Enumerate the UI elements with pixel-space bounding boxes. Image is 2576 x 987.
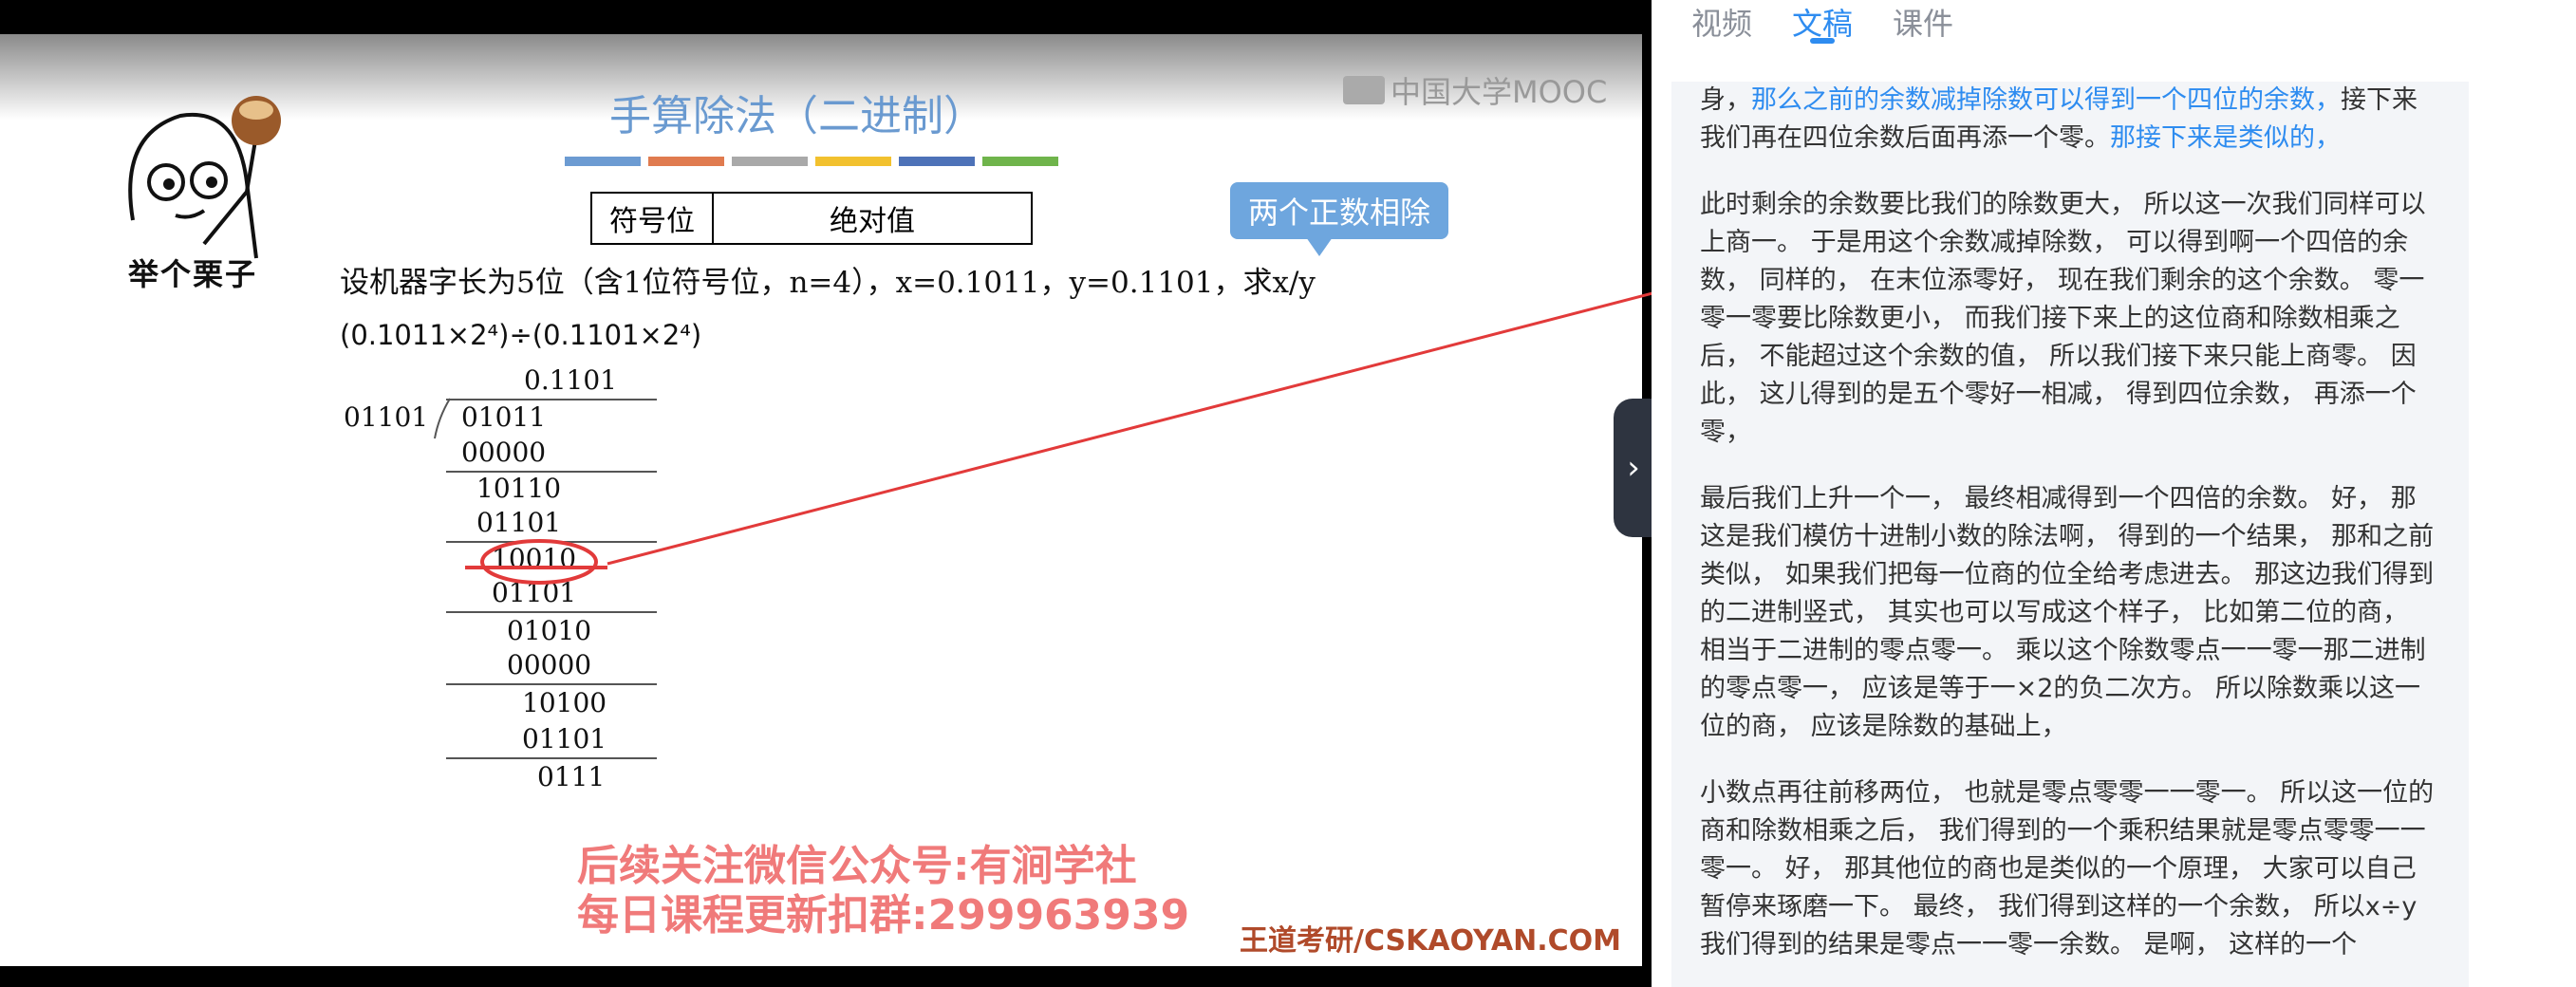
transcript-text-current: 那接下来是类似的， [2110,123,2341,153]
division-step: 10110 [476,473,562,504]
transcript-paragraph[interactable]: 身，那么之前的余数减掉除数可以得到一个四位的余数，接下来我们再在四位余数后面再添… [1671,82,2469,158]
magnitude-cell: 绝对值 [830,205,915,238]
watermark-ad-line2: 每日课程更新扣群:299963939 [577,891,1190,940]
division-bracket [434,398,451,439]
sign-magnitude-table: 符号位 绝对值 [590,192,1033,245]
division-step: 00000 [461,437,547,468]
transcript-list[interactable]: 身，那么之前的余数减掉除数可以得到一个四位的余数，接下来我们再在四位余数后面再添… [1671,82,2469,987]
color-bar [982,157,1058,166]
division-step: 01101 [492,577,577,608]
division-formula: (0.1011×2⁴)÷(0.1101×2⁴) [340,319,702,351]
color-bar [899,157,975,166]
tab-transcript[interactable]: 文稿 [1792,0,1853,49]
video-player[interactable]: 举个栗子 手算除法（二进制） 中国大学MOOC 符号位 绝对值 两个正数相除 设… [0,0,1652,987]
callout-bubble: 两个正数相除 [1230,182,1448,256]
mooc-logo-text: 中国大学MOOC [1391,74,1608,110]
divisor: 01101 [344,401,429,433]
transcript-paragraph[interactable]: 最后我们上升一个一， 最终相减得到一个四倍的余数。 好， 那这是我们模仿十进制小… [1671,480,2469,746]
collapse-panel-button[interactable]: › [1614,399,1653,537]
mooc-logo: 中国大学MOOC [1343,68,1607,112]
transcript-text-current: 那么之前的余数减掉除数可以得到一个四位的余数， [1751,85,2341,115]
division-step-highlighted: 10010 [492,543,577,574]
side-panel: 视频 文稿 课件 身，那么之前的余数减掉除数可以得到一个四位的余数，接下来我们再… [1652,0,2576,987]
sign-bit-cell: 符号位 [592,194,714,243]
tab-courseware[interactable]: 课件 [1893,0,1953,49]
color-bar [815,157,891,166]
step-line [446,757,657,759]
mascot-caption: 举个栗子 [128,256,258,292]
transcript-paragraph[interactable]: 此时剩余的余数要比我们的除数更大， 所以这一次我们同样可以上商一。 于是用这个余… [1671,186,2469,452]
division-step: 10100 [522,687,607,718]
color-bar [732,157,808,166]
lecture-slide: 举个栗子 手算除法（二进制） 中国大学MOOC 符号位 绝对值 两个正数相除 设… [0,34,1642,966]
chevron-right-icon: › [1627,449,1640,487]
brand-logo: 王道考研/CSKAOYAN.COM [1240,924,1621,958]
division-step: 00000 [507,649,592,680]
step-line [446,611,657,613]
division-remainder: 0111 [537,761,606,792]
division-step: 01010 [507,615,592,646]
transcript-text: 身， [1700,85,1751,115]
division-step: 01101 [522,723,607,754]
step-line [446,683,657,685]
title-color-bars [565,157,1058,166]
mooc-logo-icon [1343,76,1385,104]
color-bar [565,157,641,166]
panel-tabs: 视频 文稿 课件 [1691,0,1953,49]
color-bar [648,157,724,166]
dividend: 01011 [461,401,547,433]
division-bar [446,399,657,400]
quotient: 0.1101 [524,364,617,396]
transcript-paragraph[interactable]: 小数点再往前移两位， 也就是零点零零一一零一。 所以这一位的商和除数相乘之后， … [1671,774,2469,964]
division-step: 01101 [476,507,562,538]
problem-statement: 设机器字长为5位（含1位符号位，n=4），x=0.1011，y=0.1101，求… [340,266,1316,300]
slide-title: 手算除法（二进制） [609,92,985,140]
tab-video[interactable]: 视频 [1691,0,1752,49]
